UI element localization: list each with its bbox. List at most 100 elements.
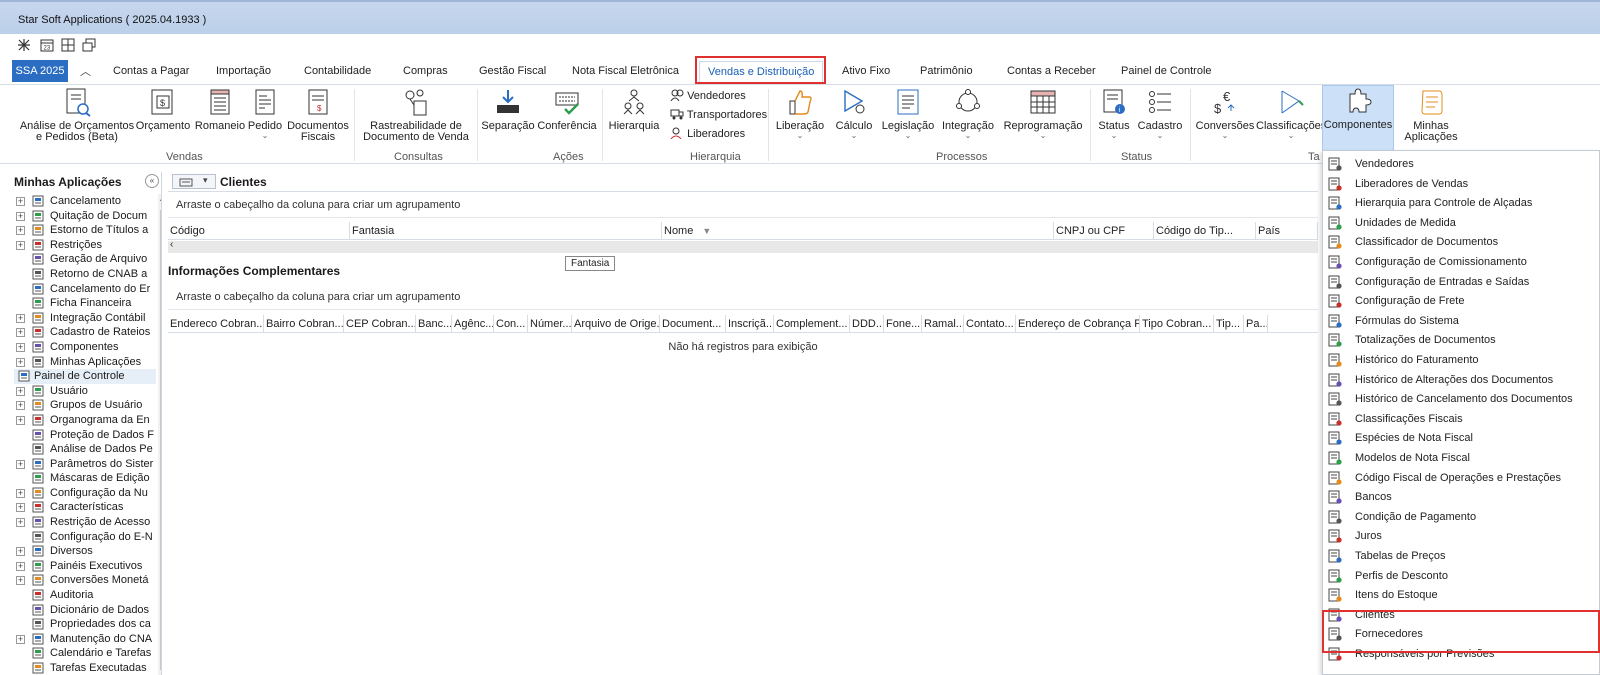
col-codigo-tipo[interactable]: Código do Tip... — [1154, 222, 1256, 240]
status-button[interactable]: i Status ⌄ — [1094, 87, 1134, 140]
collapse-ribbon-icon[interactable]: ︿ — [80, 63, 91, 79]
column-header[interactable]: Númer... — [528, 315, 572, 333]
tree-item[interactable]: Análise de Dados Pe — [14, 442, 156, 457]
menu-item[interactable]: Código Fiscal de Operações e Prestações — [1323, 468, 1599, 488]
column-header[interactable]: Endereço de Cobrança Padrã... — [1016, 315, 1140, 333]
hierarquia-button[interactable]: Hierarquia — [606, 87, 662, 132]
menu-item[interactable]: Juros — [1323, 526, 1599, 546]
menu-item[interactable]: Condição de Pagamento — [1323, 507, 1599, 527]
expand-icon[interactable]: + — [16, 459, 25, 469]
col-fantasia[interactable]: Fantasia — [350, 222, 662, 240]
expand-icon[interactable]: + — [16, 561, 25, 571]
menu-item[interactable]: Configuração de Frete — [1323, 291, 1599, 311]
tree-item[interactable]: Auditoria — [14, 588, 156, 603]
tree-item[interactable]: + Estorno de Títulos a — [14, 223, 156, 238]
tree-item[interactable]: + Cadastro de Rateios — [14, 325, 156, 340]
tab-painel-de-controle[interactable]: Painel de Controle — [1121, 63, 1212, 83]
menu-item[interactable]: Responsáveis por Previsões — [1323, 644, 1599, 664]
tree-item[interactable]: + Características — [14, 500, 156, 515]
tree-item[interactable]: + Quitação de Docum — [14, 209, 156, 224]
scroll-left-icon[interactable]: ‹ — [170, 239, 173, 250]
column-header[interactable]: CEP Cobran... — [344, 315, 416, 333]
menu-item[interactable]: Itens do Estoque — [1323, 585, 1599, 605]
tree-item[interactable]: Retorno de CNAB a — [14, 267, 156, 282]
expand-icon[interactable]: + — [16, 240, 25, 250]
column-header[interactable]: Tip... — [1214, 315, 1244, 333]
tree-item[interactable]: Dicionário de Dados — [14, 603, 156, 618]
menu-item[interactable]: Classificações Fiscais — [1323, 409, 1599, 429]
menu-item[interactable]: Fornecedores — [1323, 624, 1599, 644]
tab-contas-a-pagar[interactable]: Contas a Pagar — [113, 63, 189, 83]
tree-scrollbar[interactable]: ^ — [158, 194, 161, 675]
tree-item[interactable]: Máscaras de Edição — [14, 471, 156, 486]
expand-icon[interactable]: + — [16, 313, 25, 323]
column-header[interactable]: DDD... — [850, 315, 884, 333]
tree-item[interactable]: + Cancelamento — [14, 194, 156, 209]
documentos-fiscais-button[interactable]: $ Documentos Fiscais — [286, 87, 350, 143]
tab-contabilidade[interactable]: Contabilidade — [304, 63, 371, 83]
column-header[interactable]: Pa... — [1244, 315, 1268, 333]
expand-icon[interactable]: + — [16, 547, 25, 557]
tree-item[interactable]: + Configuração da Nu — [14, 486, 156, 501]
tree-item[interactable]: Calendário e Tarefas — [14, 646, 156, 661]
tree-item[interactable]: + Minhas Aplicações — [14, 355, 156, 370]
menu-item[interactable]: Totalizações de Documentos — [1323, 330, 1599, 350]
menu-item[interactable]: Tabelas de Preços — [1323, 546, 1599, 566]
tab-importacao[interactable]: Importação — [216, 63, 271, 83]
tree-item[interactable]: + Grupos de Usuário — [14, 398, 156, 413]
romaneio-button[interactable]: Romaneio — [194, 87, 246, 132]
tab-ativo-fixo[interactable]: Ativo Fixo — [842, 63, 890, 83]
column-header[interactable]: Con... — [494, 315, 528, 333]
tree-item[interactable]: + Parâmetros do Sister — [14, 457, 156, 472]
expand-icon[interactable]: + — [16, 342, 25, 352]
column-header[interactable]: Inscriçã... — [726, 315, 774, 333]
menu-item[interactable]: Histórico do Faturamento — [1323, 350, 1599, 370]
analise-orcamentos-button[interactable]: Análise de Orçamentos e Pedidos (Beta) — [18, 87, 136, 143]
tab-vendas-e-distribuicao[interactable]: Vendas e Distribuição — [699, 61, 824, 84]
tree-item[interactable]: Geração de Arquivo — [14, 252, 156, 267]
calendar-icon[interactable]: 23 — [40, 38, 54, 52]
tree-item[interactable]: + Painéis Executivos — [14, 559, 156, 574]
tree-item[interactable]: Propriedades dos ca — [14, 617, 156, 632]
menu-item[interactable]: Espécies de Nota Fiscal — [1323, 428, 1599, 448]
menu-item[interactable]: Perfis de Desconto — [1323, 566, 1599, 586]
expand-icon[interactable]: + — [16, 328, 25, 338]
reprogramacao-button[interactable]: Reprogramação ⌄ — [1000, 87, 1086, 140]
tree-item[interactable]: Configuração do E-N — [14, 530, 156, 545]
tree-item[interactable]: Cancelamento do Er — [14, 282, 156, 297]
column-header[interactable]: Contato... — [964, 315, 1016, 333]
menu-item[interactable]: Configuração de Entradas e Saídas — [1323, 272, 1599, 292]
menu-item[interactable]: Histórico de Cancelamento dos Documentos — [1323, 389, 1599, 409]
expand-icon[interactable]: + — [16, 415, 25, 425]
group-by-area[interactable]: Arraste o cabeçalho da coluna para criar… — [168, 192, 1318, 218]
tree-item[interactable]: + Conversões Monetá — [14, 573, 156, 588]
tab-compras[interactable]: Compras — [403, 63, 448, 83]
menu-item[interactable]: Classificador de Documentos — [1323, 232, 1599, 252]
tree-item[interactable]: Ficha Financeira — [14, 296, 156, 311]
expand-icon[interactable]: + — [16, 518, 25, 528]
conferencia-button[interactable]: Conferência — [536, 87, 598, 132]
expand-icon[interactable]: + — [16, 386, 25, 396]
tab-nota-fiscal-eletronica[interactable]: Nota Fiscal Eletrônica — [572, 63, 679, 83]
transportadores-button[interactable]: Transportadores — [670, 108, 767, 121]
customize-icon[interactable] — [17, 38, 31, 52]
column-header[interactable]: Fone... — [884, 315, 922, 333]
tree-item[interactable]: Painel de Controle — [14, 369, 156, 384]
col-codigo[interactable]: Código — [168, 222, 350, 240]
tree-item[interactable]: + Manutenção do CNA — [14, 632, 156, 647]
tree-item[interactable]: + Usuário — [14, 384, 156, 399]
integracao-button[interactable]: Integração ⌄ — [940, 87, 996, 140]
windows-icon[interactable] — [82, 38, 96, 52]
expand-icon[interactable]: + — [16, 211, 25, 221]
conversoes-button[interactable]: € $ Conversões ⌄ — [1194, 87, 1256, 140]
tree-item[interactable]: Tarefas Executadas — [14, 661, 156, 675]
menu-item[interactable]: Modelos de Nota Fiscal — [1323, 448, 1599, 468]
col-pais[interactable]: País — [1256, 222, 1318, 240]
column-header[interactable]: Arquivo de Orige... — [572, 315, 660, 333]
scroll-thumb[interactable] — [160, 210, 161, 670]
menu-item[interactable]: Clientes — [1323, 605, 1599, 625]
rastreabilidade-button[interactable]: Rastreabilidade de Documento de Venda — [360, 87, 472, 143]
expand-icon[interactable]: + — [16, 226, 25, 236]
tab-file[interactable]: SSA 2025 — [12, 60, 68, 82]
separacao-button[interactable]: Separação — [480, 87, 536, 132]
